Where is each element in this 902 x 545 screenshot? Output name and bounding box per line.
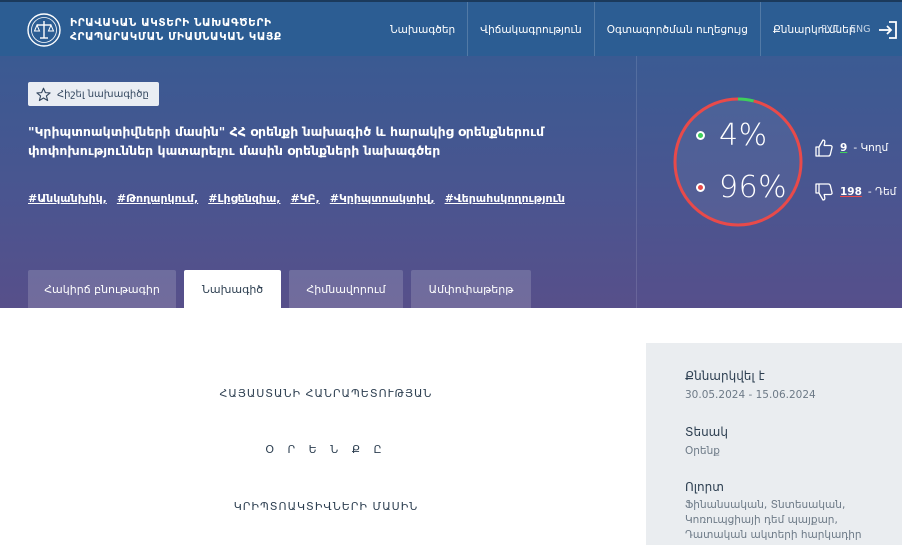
vote-against-button[interactable]: 198 - Դեմ	[814, 182, 896, 202]
tag-link[interactable]: #ԿԲ,	[290, 192, 319, 205]
vote-for-count: 9	[840, 142, 848, 154]
tag-link[interactable]: #Վերահսկողություն	[445, 192, 565, 205]
nav-item-user-guide[interactable]: Օգտագործման ուղեցույց	[593, 2, 760, 58]
type-label: Տեսակ	[685, 425, 728, 439]
for-dot-icon	[696, 131, 705, 140]
vote-for-label: - Կողմ	[853, 142, 889, 154]
against-dot-icon	[696, 183, 705, 192]
draft-info-sidebar: Քննարկվել է 30.05.2024 - 15.06.2024 Տեսա…	[646, 343, 902, 545]
for-percent: 4%	[719, 118, 768, 153]
site-name-line2: ՀՐԱՊԱՐԱԿՄԱՆ ՄԻԱՍՆԱԿԱՆ ԿԱՅՔ	[70, 31, 282, 43]
login-icon[interactable]	[878, 20, 898, 40]
doc-heading-republic: ՀԱՅԱՍՏԱՆԻ ՀԱՆՐԱՊԵՏՈՒԹՅԱՆ	[219, 387, 433, 400]
draft-title: "Կրիպտոակտիվների մասին" ՀՀ օրենքի նախագի…	[28, 124, 545, 158]
area-label: Ոլորտ	[685, 480, 724, 494]
doc-heading-subject: ԿՐԻՊՏՈԱԿՏԻՎՆԵՐԻ ՄԱՍԻՆ	[233, 500, 419, 513]
star-icon	[36, 87, 51, 101]
top-header: ԻՐԱՎԱԿԱՆ ԱԿՏԵՐԻ ՆԱԽԱԳԾԵՐԻ ՀՐԱՊԱՐԱԿՄԱՆ ՄԻ…	[0, 0, 902, 58]
against-percent: 96%	[719, 170, 788, 205]
lang-en-link[interactable]: ENG	[850, 24, 870, 35]
lang-ru-link[interactable]: РУС	[821, 24, 839, 35]
tag-list: #Անկանխիկ, #Թողարկում, #Լիցենզիա, #ԿԲ, #…	[28, 192, 565, 205]
draft-tabs: Հակիրճ բնութագիր Նախագիծ Հիմնավորում Ամփ…	[28, 270, 531, 308]
save-draft-label: Հիշել նախագիծը	[57, 88, 149, 100]
site-name[interactable]: ԻՐԱՎԱԿԱՆ ԱԿՏԵՐԻ ՆԱԽԱԳԾԵՐԻ ՀՐԱՊԱՐԱԿՄԱՆ ՄԻ…	[70, 16, 282, 44]
tab-draft[interactable]: Նախագիծ	[184, 270, 281, 308]
save-draft-button[interactable]: Հիշել նախագիծը	[28, 82, 159, 106]
thumbs-up-icon	[815, 139, 833, 157]
for-percent-row: 4%	[696, 118, 768, 153]
vote-against-label: - Դեմ	[867, 186, 897, 198]
area-value: Ֆինանսական, Տնտեսական, Կոռուպցիայի դեմ պ…	[685, 499, 862, 541]
main-nav: Նախագծեր Վիճակագրություն Օգտագործման ուղ…	[378, 2, 868, 58]
tag-link[interactable]: #Թողարկում,	[117, 192, 198, 205]
discussed-label: Քննարկվել է	[685, 369, 765, 383]
tag-link[interactable]: #Կրիպտոակտիվ,	[330, 192, 435, 205]
scales-logo-icon[interactable]	[26, 12, 62, 48]
nav-item-statistics[interactable]: Վիճակագրություն	[467, 2, 594, 58]
tag-link[interactable]: #Անկանխիկ,	[28, 192, 107, 205]
tab-justification[interactable]: Հիմնավորում	[289, 270, 403, 308]
vote-ring-chart	[673, 97, 803, 227]
tab-summary[interactable]: Հակիրճ բնութագիր	[28, 270, 176, 308]
nav-item-drafts[interactable]: Նախագծեր	[378, 2, 467, 58]
draft-document: ՀԱՅԱՍՏԱՆԻ ՀԱՆՐԱՊԵՏՈՒԹՅԱՆ Օ Ր Ե Ն Ք Ը ԿՐԻ…	[0, 308, 646, 545]
vote-for-button[interactable]: 9 - Կողմ	[814, 138, 888, 158]
doc-heading-law: Օ Ր Ե Ն Ք Ը	[265, 443, 387, 456]
discussed-value: 30.05.2024 - 15.06.2024	[685, 389, 816, 401]
site-name-line1: ԻՐԱՎԱԿԱՆ ԱԿՏԵՐԻ ՆԱԽԱԳԾԵՐԻ	[70, 17, 272, 29]
thumbs-down-icon	[815, 183, 833, 201]
tab-summary-sheet[interactable]: Ամփոփաթերթ	[411, 270, 531, 308]
against-percent-row: 96%	[696, 170, 787, 205]
vote-against-count: 198	[840, 186, 862, 198]
tag-link[interactable]: #Լիցենզիա,	[208, 192, 280, 205]
type-value: Օրենք	[685, 445, 720, 457]
